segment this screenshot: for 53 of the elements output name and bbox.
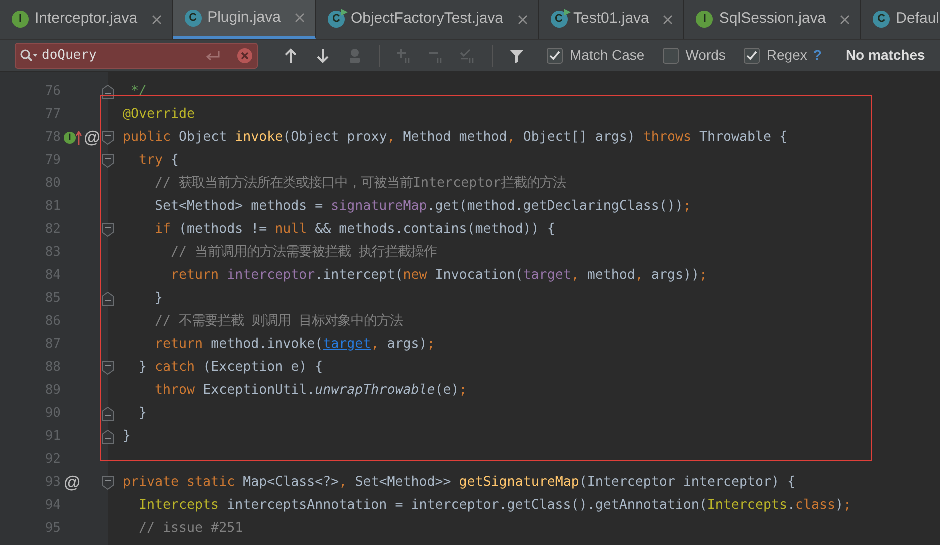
class-icon: C <box>184 10 202 26</box>
code-line: } <box>123 428 132 446</box>
option-checkbox[interactable]: Regex <box>744 45 808 66</box>
option-checkbox[interactable]: Words <box>662 45 726 66</box>
search-icon <box>20 48 38 62</box>
option-checkbox[interactable]: Match Case <box>547 45 645 66</box>
code-line: } <box>138 404 148 423</box>
code-line: throw ExceptionUtil.unwrapThrowable(e); <box>154 382 468 400</box>
plus-icon <box>396 48 412 64</box>
code-line: return method.invoke(target, args); <box>154 336 436 354</box>
file-tab[interactable]: C Test01.java <box>538 0 684 39</box>
code-line: @Override <box>123 106 196 124</box>
search-status: No matches <box>846 46 926 65</box>
overriding-marker[interactable]: @ <box>64 474 81 491</box>
close-icon <box>840 14 850 24</box>
arrow-up-icon <box>283 48 299 64</box>
help-link[interactable]: ? <box>813 45 822 66</box>
code-line: // 不需要拦截 则调用 目标对象中的方法 <box>154 312 404 331</box>
clear-icon <box>237 48 253 64</box>
class-icon: C <box>873 11 890 28</box>
close-icon <box>294 13 305 23</box>
close-icon <box>518 14 528 24</box>
code-line: // 当前调用的方法需要被拦截 执行拦截操作 <box>170 244 438 262</box>
close-icon <box>663 14 674 24</box>
code-line: public Object invoke(Object proxy, Method method, Object[] args) throws Throwable { <box>123 128 788 147</box>
checkmark-icon <box>460 48 476 64</box>
code-line: try { <box>138 152 180 170</box>
code-line: // 获取当前方法所在类或接口中，可被当前Interceptor拦截的方法 <box>154 174 566 193</box>
person-icon <box>347 48 363 64</box>
code-line: Set<Method> methods = signatureMap.get(method.getDeclaringClass()); <box>154 198 692 216</box>
run-triangle-icon <box>340 9 348 16</box>
code-line: } <box>154 290 164 308</box>
search-input[interactable]: doQuery <box>42 46 201 66</box>
code-line: private static Map<Class<?>, Set<Method>> getSignatureMap(Interceptor interceptor) { <box>123 474 796 492</box>
run-triangle-icon <box>564 9 571 16</box>
close-icon <box>152 14 162 24</box>
filter-icon <box>509 48 525 64</box>
interface-icon: I <box>696 11 714 28</box>
overriding-marker[interactable]: @ <box>84 129 101 146</box>
code-line: } catch (Exception e) { <box>138 358 324 377</box>
code-line: // issue #251 <box>138 520 244 538</box>
code-line: return interceptor.intercept(new Invocation(target, method, args)); <box>170 266 708 285</box>
up-arrow-icon <box>76 130 82 144</box>
search-field[interactable]: doQuery <box>15 42 258 68</box>
code-line: if (methods != null && methods.contains(method)) { <box>154 220 556 239</box>
class-icon: C <box>328 11 345 28</box>
code-line: */ <box>130 82 148 101</box>
code-line: Intercepts interceptsAnnotation = interceptor.getClass().getAnnotation(Intercepts.class); <box>138 496 852 515</box>
class-icon: C <box>550 11 568 28</box>
interface-icon: I <box>12 11 29 28</box>
enter-icon <box>205 50 221 62</box>
arrow-down-icon <box>315 48 331 64</box>
file-tab[interactable]: C Plugin.java <box>172 0 316 39</box>
